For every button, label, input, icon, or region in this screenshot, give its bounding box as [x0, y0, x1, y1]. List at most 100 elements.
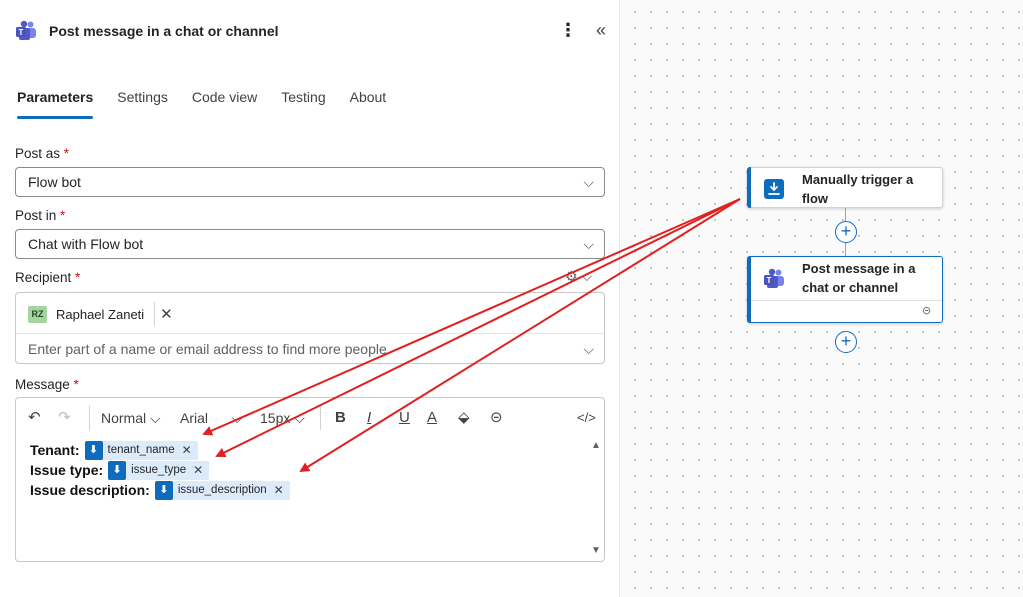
font-family-value: Arial [180, 410, 209, 426]
font-color-icon[interactable]: A [427, 408, 437, 428]
manual-trigger-icon: ⬇ [108, 460, 127, 480]
paragraph-format-select[interactable]: Normal ⌵ [101, 408, 161, 428]
font-size-select[interactable]: 15px ⌵ [260, 408, 305, 428]
tab-about[interactable]: About [350, 89, 387, 119]
insert-dynamic-content-icon[interactable]: ⚙ ⌵ [565, 268, 592, 285]
message-line-label: Tenant: [30, 442, 80, 458]
message-body[interactable]: Tenant: ⬇ tenant_name ✕ Issue type: ⬇ is… [30, 440, 290, 500]
dynamic-token[interactable]: ⬇ tenant_name ✕ [84, 440, 198, 460]
message-line-label: Issue description: [30, 482, 150, 498]
token-label: issue_description [177, 484, 267, 496]
token-label: tenant_name [107, 444, 175, 456]
required-mark: * [63, 146, 70, 161]
tab-parameters[interactable]: Parameters [17, 89, 94, 119]
message-line: Tenant: ⬇ tenant_name ✕ [30, 440, 290, 460]
link-icon[interactable]: ⊝ [490, 408, 503, 428]
node-divider [751, 300, 942, 301]
post-in-label-text: Post in [15, 208, 57, 223]
message-editor[interactable]: ↶ ↷ Normal ⌵ Arial ⌵ 15px ⌵ B I U A ⬙ ⊝ … [15, 397, 605, 562]
tab-settings[interactable]: Settings [117, 89, 168, 119]
post-as-value: Flow bot [28, 174, 81, 190]
add-step-button[interactable]: + [835, 331, 857, 353]
tab-testing[interactable]: Testing [281, 89, 325, 119]
font-family-select[interactable]: Arial ⌵ [180, 408, 243, 428]
svg-text:T: T [767, 276, 772, 285]
chevron-down-icon: ⌵ [150, 410, 161, 426]
connector-line [845, 243, 846, 256]
action-config-panel: T Post message in a chat or channel ⋮ « … [0, 0, 620, 597]
chevron-down-icon[interactable]: ⌵ [583, 334, 594, 364]
svg-text:T: T [19, 28, 24, 37]
node-accent-bar [747, 167, 751, 208]
panel-tabs: Parameters Settings Code view Testing Ab… [17, 89, 410, 119]
message-line: Issue description: ⬇ issue_description ✕ [30, 480, 290, 500]
close-icon[interactable]: ✕ [274, 483, 284, 497]
toolbar-divider [89, 406, 90, 430]
dynamic-token[interactable]: ⬇ issue_type ✕ [108, 460, 210, 480]
post-as-dropdown[interactable]: Flow bot ⌵ [15, 167, 605, 197]
redo-icon[interactable]: ↷ [58, 408, 71, 428]
connector-line [845, 208, 846, 221]
required-mark: * [73, 377, 79, 392]
panel-title: Post message in a chat or channel [49, 23, 279, 39]
teams-icon: T [764, 268, 784, 288]
italic-icon[interactable]: I [367, 408, 371, 428]
collapse-panel-icon[interactable]: « [592, 19, 610, 41]
chevron-down-icon: ⌵ [294, 410, 305, 426]
chevron-down-icon: ⌵ [583, 236, 594, 252]
recipient-chip: RZ Raphael Zaneti ✕ [28, 302, 173, 326]
manual-trigger-icon: ⬇ [154, 480, 173, 500]
dynamic-token[interactable]: ⬇ issue_description ✕ [154, 480, 290, 500]
message-label-text: Message [15, 377, 70, 392]
chip-divider [154, 302, 156, 326]
post-in-value: Chat with Flow bot [28, 236, 144, 252]
chevron-down-icon: ⌵ [583, 174, 594, 190]
editor-scrollbar[interactable]: ▲ ▼ [586, 440, 604, 560]
recipient-name: Raphael Zaneti [56, 306, 145, 322]
recipient-search-input[interactable]: Enter part of a name or email address to… [16, 333, 604, 363]
font-size-value: 15px [260, 410, 291, 426]
node-accent-bar [747, 256, 751, 323]
tab-code-view[interactable]: Code view [192, 89, 257, 119]
chevron-down-icon: ⌵ [231, 410, 243, 426]
undo-icon[interactable]: ↶ [28, 408, 41, 428]
post-as-label: Post as * [15, 146, 69, 161]
toolbar-divider [320, 406, 321, 430]
message-label: Message * [15, 377, 79, 392]
message-line-label: Issue type: [30, 462, 104, 478]
recipient-picker: RZ Raphael Zaneti ✕ Enter part of a name… [15, 292, 605, 364]
post-as-label-text: Post as [15, 146, 61, 161]
recipient-label-text: Recipient [15, 270, 72, 285]
post-message-node[interactable]: T Post message in a chat or channel ⊝ [747, 256, 943, 323]
close-icon[interactable]: ✕ [160, 305, 173, 323]
close-icon[interactable]: ✕ [182, 443, 192, 457]
add-step-button[interactable]: + [835, 221, 857, 243]
avatar: RZ [28, 305, 47, 323]
bold-icon[interactable]: B [335, 408, 346, 428]
post-in-dropdown[interactable]: Chat with Flow bot ⌵ [15, 229, 605, 259]
highlight-icon[interactable]: ⬙ [458, 408, 470, 428]
trigger-node-title: Manually trigger a flow [802, 172, 914, 206]
required-mark: * [60, 208, 66, 223]
code-view-icon[interactable]: </> [577, 408, 596, 428]
post-message-node-title: Post message in a chat or channel [802, 261, 916, 295]
underline-icon[interactable]: U [399, 408, 410, 428]
message-line: Issue type: ⬇ issue_type ✕ [30, 460, 290, 480]
link-icon[interactable]: ⊝ [922, 304, 931, 317]
manual-trigger-icon [764, 179, 784, 199]
recipient-label: Recipient * [15, 270, 80, 285]
trigger-node[interactable]: Manually trigger a flow [747, 167, 943, 208]
flow-canvas[interactable]: Manually trigger a flow + T Post message… [621, 0, 1023, 597]
more-options-icon[interactable]: ⋮ [559, 19, 577, 41]
editor-toolbar: ↶ ↷ Normal ⌵ Arial ⌵ 15px ⌵ B I U A ⬙ ⊝ … [16, 398, 604, 438]
required-mark: * [75, 270, 81, 285]
manual-trigger-icon: ⬇ [84, 440, 103, 460]
scroll-down-icon[interactable]: ▼ [591, 545, 601, 556]
paragraph-format-value: Normal [101, 410, 147, 426]
close-icon[interactable]: ✕ [193, 463, 203, 477]
scroll-up-icon[interactable]: ▲ [591, 440, 601, 451]
token-label: issue_type [131, 464, 187, 476]
recipient-search-placeholder: Enter part of a name or email address to… [28, 341, 387, 357]
teams-icon: T [16, 20, 36, 40]
post-in-label: Post in * [15, 208, 65, 223]
